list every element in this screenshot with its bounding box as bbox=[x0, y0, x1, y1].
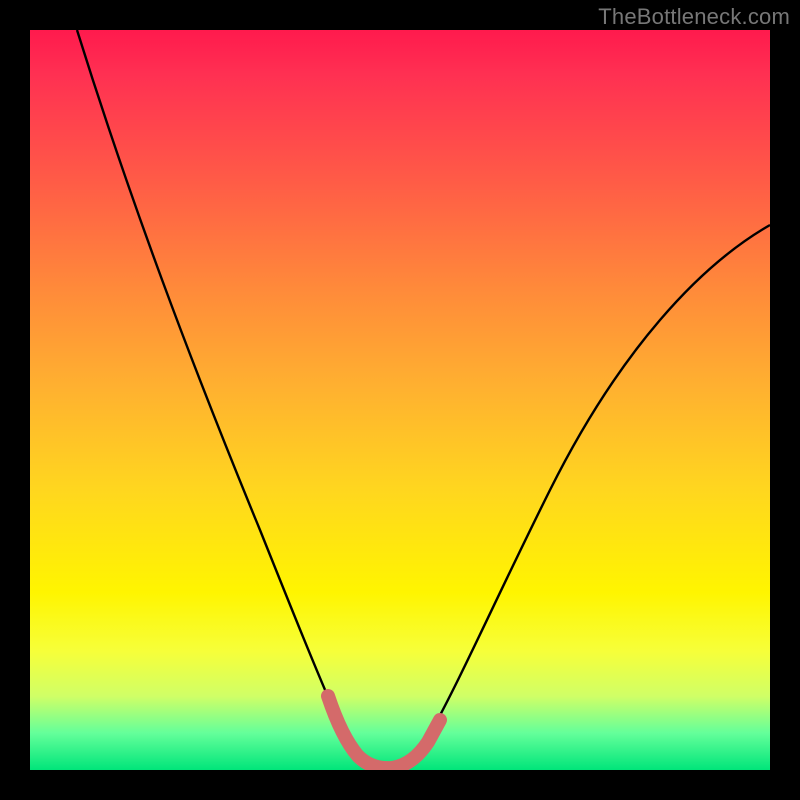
chart-frame: TheBottleneck.com bbox=[0, 0, 800, 800]
highlight-overlay bbox=[328, 696, 440, 768]
curve-layer bbox=[30, 30, 770, 770]
watermark-text: TheBottleneck.com bbox=[598, 4, 790, 30]
plot-area bbox=[30, 30, 770, 770]
bottleneck-curve bbox=[77, 30, 770, 767]
